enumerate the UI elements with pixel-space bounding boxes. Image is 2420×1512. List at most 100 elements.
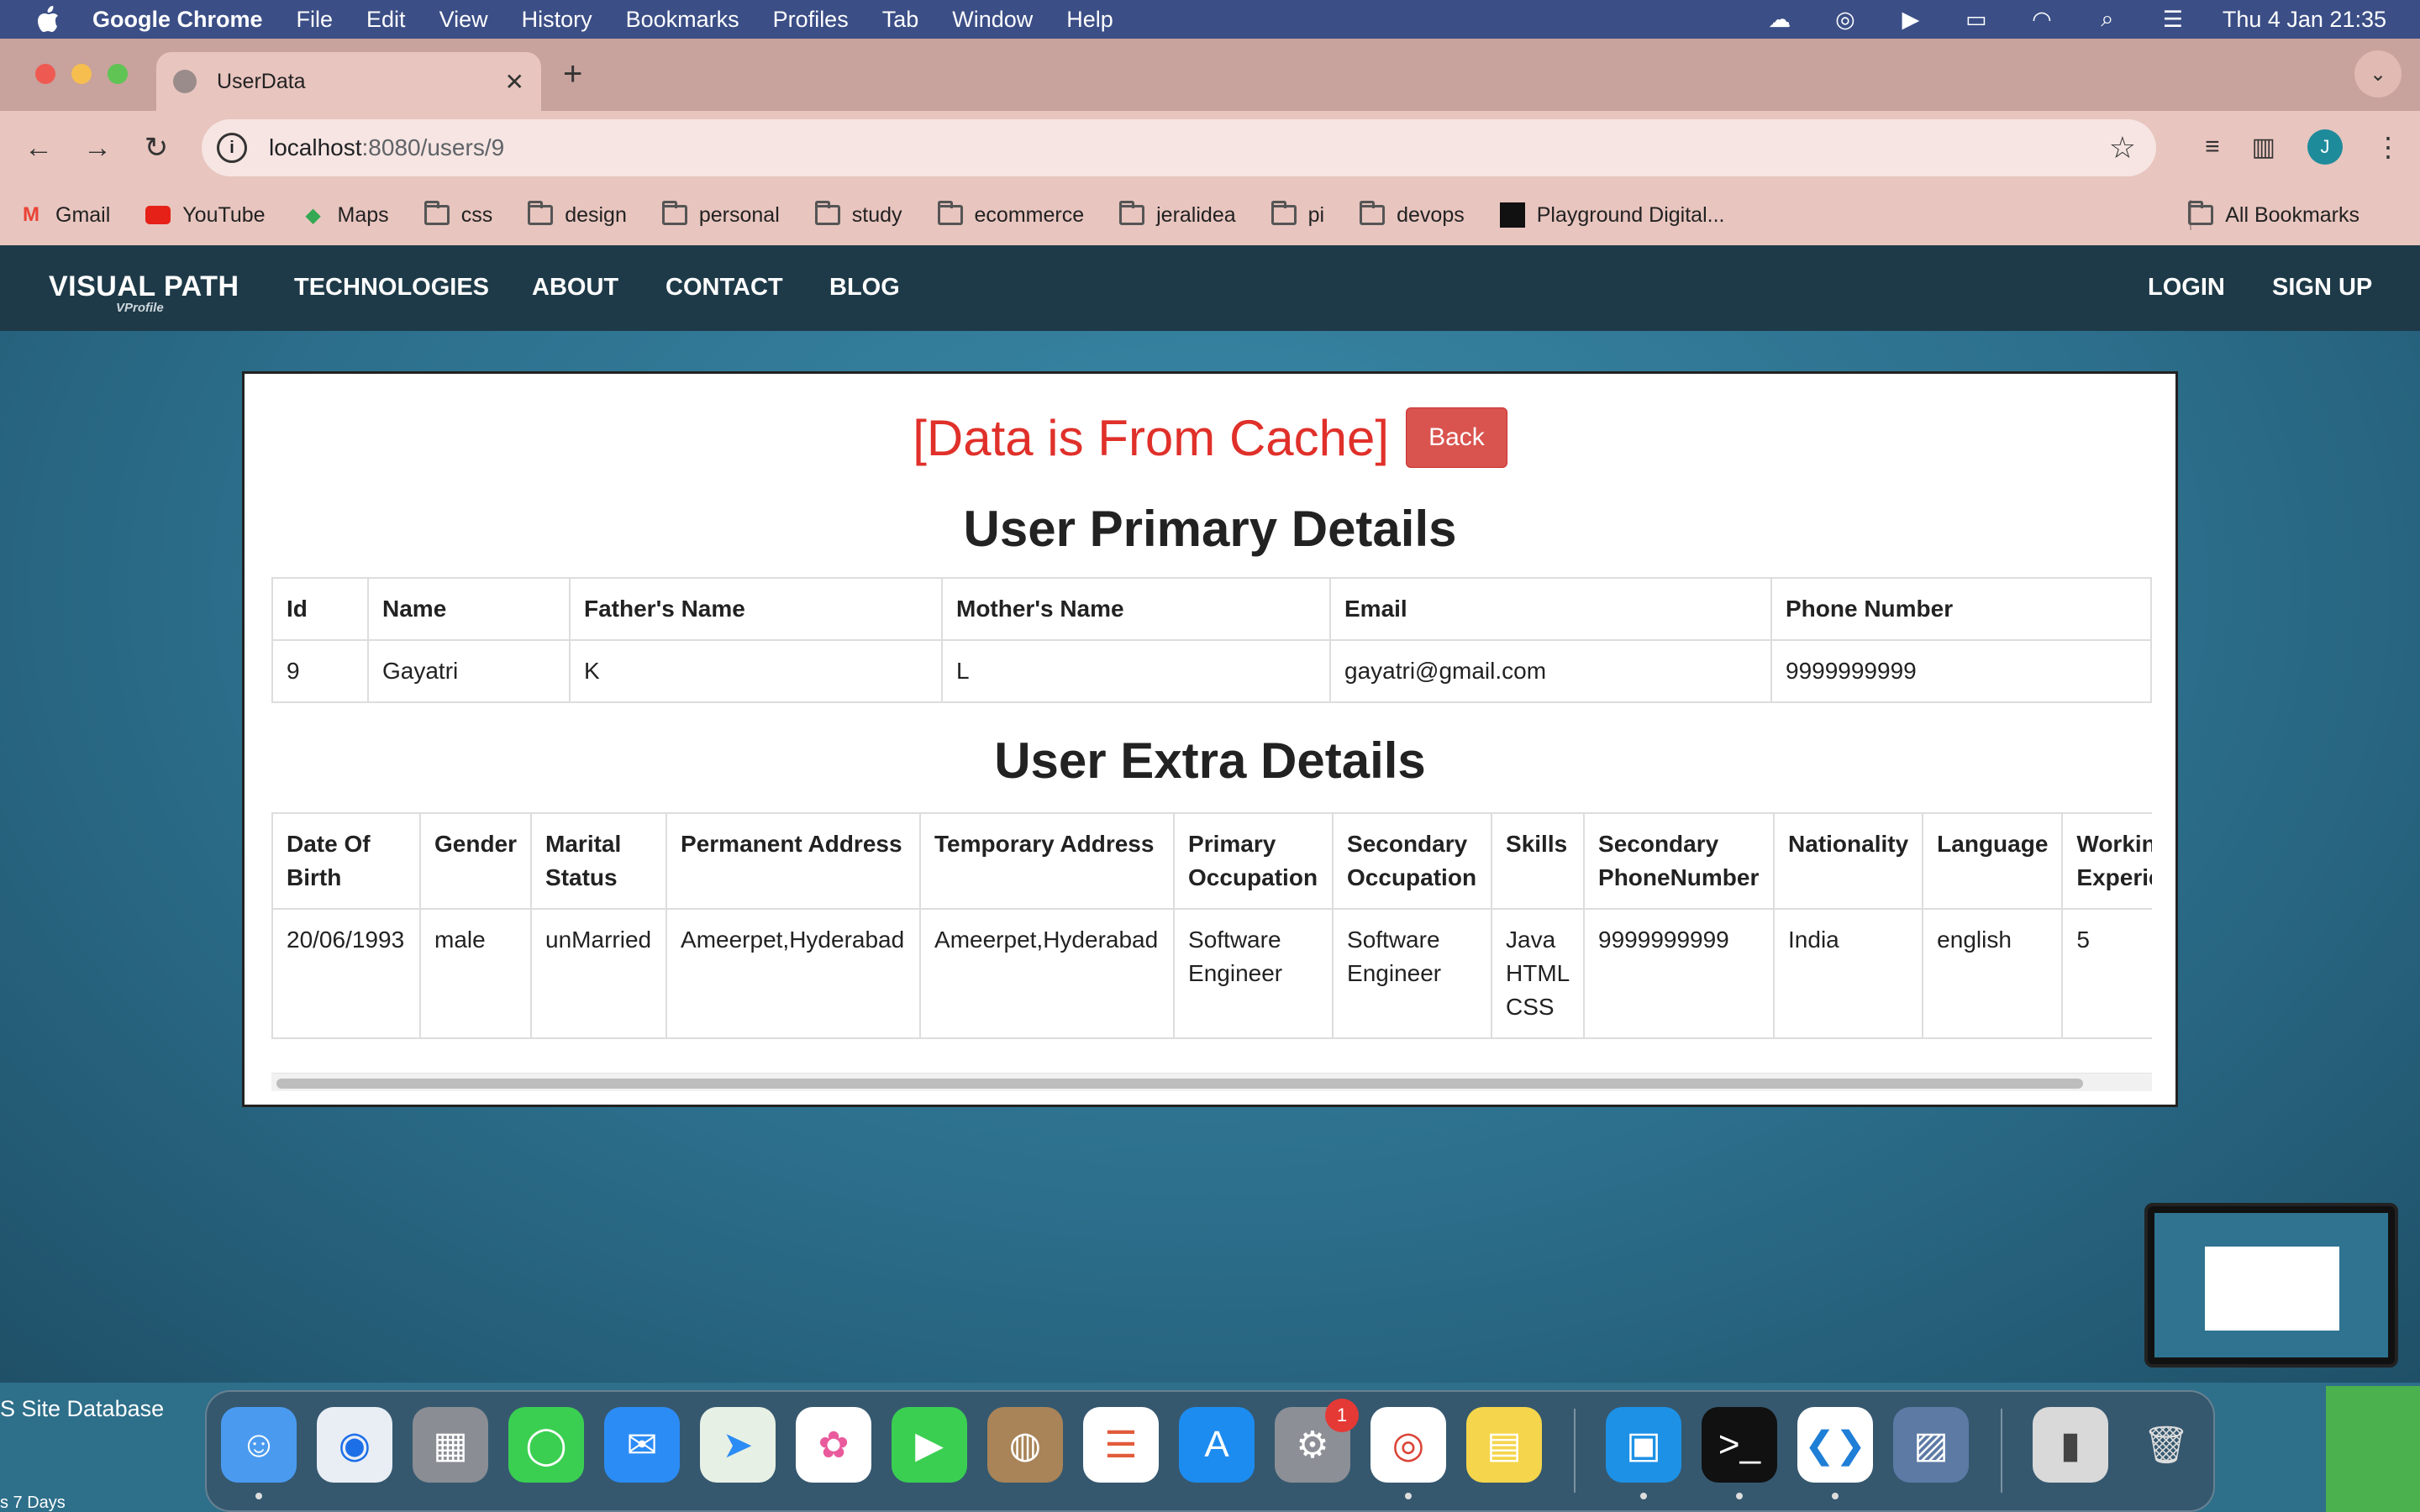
nav-login[interactable]: LOGIN — [2148, 274, 2225, 302]
system-settings-icon[interactable]: ⚙ 1 — [1275, 1399, 1359, 1483]
gmail-icon: M — [23, 203, 39, 226]
bookmark-gmail[interactable]: M Gmail — [18, 203, 110, 228]
bookmark-folder-devops[interactable]: devops — [1360, 201, 1465, 228]
notes-icon[interactable]: ▤ — [1466, 1407, 1542, 1483]
menu-file[interactable]: File — [297, 7, 334, 33]
nav-contact[interactable]: CONTACT — [666, 274, 783, 302]
docker-icon[interactable]: ▣ — [1606, 1407, 1681, 1483]
bookmark-folder-personal[interactable]: personal — [661, 201, 780, 228]
minimize-window-button[interactable] — [71, 64, 92, 84]
all-bookmarks-button[interactable]: All Bookmarks — [2188, 201, 2360, 228]
scrollbar-thumb[interactable] — [276, 1079, 2083, 1089]
back-arrow-icon[interactable]: ← — [22, 131, 55, 165]
terminal-icon[interactable]: >_ — [1702, 1407, 1777, 1483]
col-header-language: Language — [1922, 812, 2064, 910]
maps-app-icon[interactable]: ➤ — [700, 1407, 776, 1483]
table-header-row: Date Of Birth Gender Marital Status Perm… — [271, 812, 2152, 910]
safari-icon[interactable]: ◉ — [317, 1407, 392, 1483]
running-indicator — [255, 1493, 262, 1499]
profile-avatar[interactable]: J — [2307, 129, 2343, 165]
wifi-icon[interactable]: ◠ — [2026, 7, 2058, 32]
close-tab-icon[interactable]: ✕ — [505, 68, 524, 96]
apple-icon[interactable] — [34, 5, 62, 34]
messages-icon[interactable]: ◯ — [508, 1407, 584, 1483]
contacts-icon[interactable]: ◍ — [987, 1407, 1063, 1483]
bookmark-label: devops — [1397, 202, 1465, 227]
bookmark-playground-digital[interactable]: Playground Digital... — [1499, 202, 1724, 228]
vscode-icon[interactable]: ❮❯ — [1797, 1407, 1873, 1483]
site-info-icon[interactable]: i — [217, 133, 247, 163]
col-header-secondary-occupation: Secondary Occupation — [1332, 812, 1493, 910]
close-window-button[interactable] — [35, 64, 55, 84]
menu-profiles[interactable]: Profiles — [773, 7, 849, 33]
all-bookmarks-label: All Bookmarks — [2225, 202, 2360, 227]
forward-arrow-icon[interactable]: → — [81, 131, 114, 165]
col-header-phone: Phone Number — [1770, 577, 2152, 641]
spotlight-search-icon[interactable]: ⌕ — [2091, 6, 2123, 32]
bookmark-maps[interactable]: ◆ Maps — [301, 203, 388, 228]
reload-icon[interactable]: ↻ — [139, 131, 173, 165]
app-store-icon[interactable]: A — [1179, 1407, 1255, 1483]
bookmark-label: css — [460, 202, 493, 227]
menu-bookmarks[interactable]: Bookmarks — [626, 7, 739, 33]
bookmark-star-icon[interactable]: ☆ — [2109, 130, 2136, 165]
photos-icon[interactable]: ✿ — [796, 1407, 871, 1483]
media-controls-icon[interactable]: ≡ — [2205, 133, 2220, 161]
trash-icon[interactable]: 🗑 — [2128, 1407, 2204, 1483]
chrome-icon[interactable]: ◎ — [1370, 1407, 1446, 1483]
finder-icon[interactable]: ☺ — [221, 1407, 297, 1483]
window-controls — [35, 64, 128, 84]
weather-icon[interactable]: ☁ — [1764, 7, 1796, 32]
youtube-icon — [145, 204, 171, 226]
creative-cloud-icon[interactable]: ◎ — [1829, 7, 1861, 32]
bookmark-folder-css[interactable]: css — [424, 201, 493, 228]
mail-icon[interactable]: ✉ — [604, 1407, 680, 1483]
tab-userdata[interactable]: UserData ✕ — [156, 52, 541, 111]
more-menu-icon[interactable]: ⋮ — [2375, 131, 2402, 163]
site-logo[interactable]: VISUAL PATH — [49, 270, 239, 303]
horizontal-scrollbar[interactable] — [271, 1073, 2152, 1091]
nav-signup[interactable]: SIGN UP — [2272, 274, 2372, 302]
col-header-mother: Mother's Name — [941, 577, 1331, 641]
preview-icon[interactable]: ▨ — [1893, 1407, 1969, 1483]
facetime-icon[interactable]: ▶ — [892, 1407, 967, 1483]
bookmark-folder-ecommerce[interactable]: ecommerce — [937, 201, 1084, 228]
battery-icon[interactable]: ▭ — [1960, 7, 1992, 32]
bookmark-folder-pi[interactable]: pi — [1270, 201, 1324, 228]
reminders-icon[interactable]: ☰ — [1083, 1407, 1159, 1483]
menu-help[interactable]: Help — [1066, 7, 1113, 33]
maximize-window-button[interactable] — [108, 64, 128, 84]
nav-technologies[interactable]: TECHNOLOGIES — [294, 274, 489, 302]
menu-tab[interactable]: Tab — [882, 7, 919, 33]
screenshot-thumbnail-preview[interactable] — [2144, 1203, 2398, 1368]
nav-blog[interactable]: BLOG — [829, 274, 900, 302]
address-bar[interactable]: i localhost:8080/users/9 ☆ — [202, 119, 2156, 176]
menu-edit[interactable]: Edit — [366, 7, 406, 33]
bookmark-folder-jeralidea[interactable]: jeralidea — [1119, 201, 1236, 228]
new-tab-button[interactable]: + — [563, 55, 582, 93]
back-button[interactable]: Back — [1406, 407, 1507, 468]
cell-secondary-phone: 9999999999 — [1583, 908, 1776, 1039]
menu-app-name[interactable]: Google Chrome — [92, 7, 263, 33]
control-center-icon[interactable]: ☰ — [2157, 7, 2189, 32]
menu-clock[interactable]: Thu 4 Jan 21:35 — [2223, 7, 2386, 33]
bookmark-youtube[interactable]: YouTube — [145, 203, 266, 228]
table-header-row: Id Name Father's Name Mother's Name Emai… — [271, 577, 2152, 641]
col-header-skills: Skills — [1491, 812, 1586, 910]
cell-email: gayatri@gmail.com — [1329, 639, 1772, 703]
cell-gender: male — [418, 908, 533, 1039]
extra-details-scroll-container[interactable]: Date Of Birth Gender Marital Status Perm… — [271, 812, 2152, 1064]
menu-window[interactable]: Window — [952, 7, 1033, 33]
tab-search-button[interactable]: ⌄ — [2354, 50, 2402, 97]
cell-nationality: India — [1773, 908, 1924, 1039]
side-panel-icon[interactable]: ▥ — [2252, 133, 2275, 162]
bookmark-folder-study[interactable]: study — [814, 201, 902, 228]
menu-view[interactable]: View — [439, 7, 488, 33]
bookmarks-bar: M Gmail YouTube ◆ Maps css design personal… — [0, 185, 2420, 245]
downloads-stack-icon[interactable]: ▮ — [2033, 1407, 2108, 1483]
play-icon[interactable]: ▶ — [1895, 7, 1927, 32]
menu-history[interactable]: History — [522, 7, 592, 33]
launchpad-icon[interactable]: ▦ — [413, 1407, 488, 1483]
bookmark-folder-design[interactable]: design — [528, 201, 627, 228]
nav-about[interactable]: ABOUT — [532, 274, 618, 302]
